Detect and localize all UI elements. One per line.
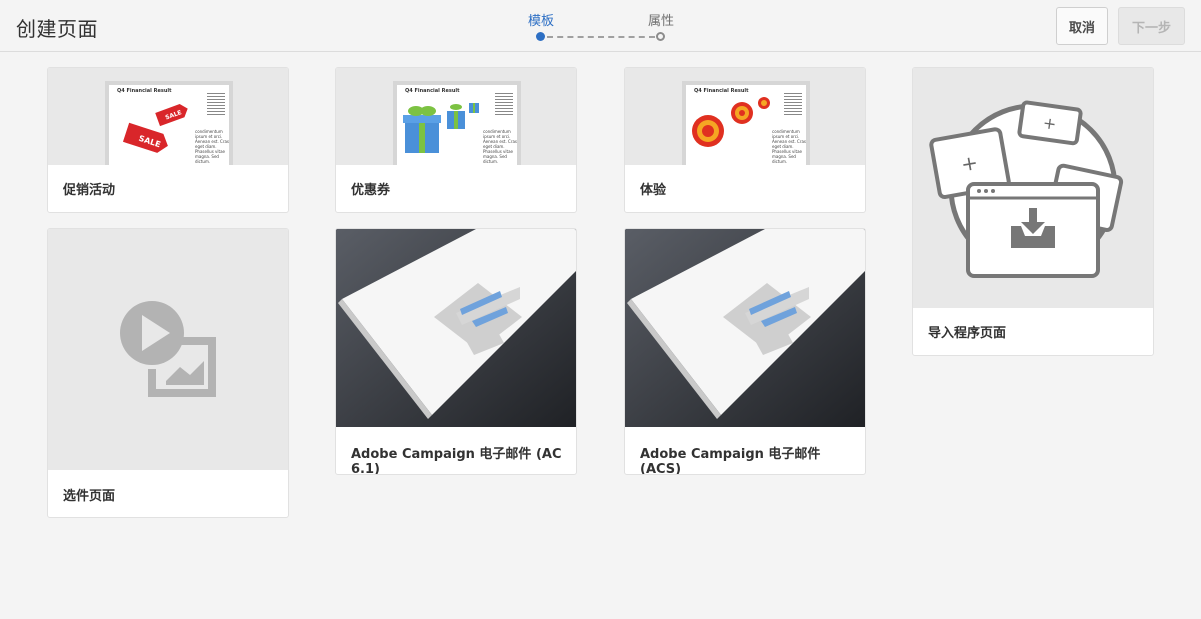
cancel-button[interactable]: 取消: [1056, 7, 1108, 45]
page-title: 创建页面: [16, 17, 98, 41]
step-template-dot[interactable]: [536, 32, 545, 41]
step-connector: [547, 36, 655, 38]
template-card-promotion[interactable]: Q4 Financial Result SALE SALE condimentu…: [47, 67, 289, 213]
video-image-icon: [120, 301, 216, 397]
template-label: 优惠券: [351, 183, 391, 198]
template-thumbnail: [48, 229, 288, 470]
doc-column-lines: [207, 93, 225, 117]
step-properties-label[interactable]: 属性: [648, 10, 674, 29]
template-card-campaign-acs[interactable]: Adobe Campaign 电子邮件 (ACS): [624, 228, 866, 475]
template-label: Adobe Campaign 电子邮件 (ACS): [640, 447, 821, 475]
template-card-campaign-ac61[interactable]: Adobe Campaign 电子邮件 (AC 6.1): [335, 228, 577, 475]
header: 创建页面 模板 属性 取消 下一步: [0, 0, 1201, 52]
import-page-icon: + +: [929, 100, 1124, 278]
doc-body-text: condimentum ipsum et orci. Aenean est. C…: [195, 129, 230, 164]
gift-box-icon: [403, 103, 479, 153]
wizard-steps: 模板 属性: [520, 10, 680, 46]
template-thumbnail: Q4 Financial Result SALE SALE condimentu…: [48, 68, 288, 165]
next-button[interactable]: 下一步: [1118, 7, 1185, 45]
doc-column-lines: [784, 93, 802, 117]
template-card-experience[interactable]: Q4 Financial Result condimentum ipsum et…: [624, 67, 866, 213]
template-thumbnail: [336, 229, 576, 427]
step-properties-dot[interactable]: [656, 32, 665, 41]
template-thumbnail: Q4 Financial Result condimentum ipsum et…: [625, 68, 865, 165]
template-label: 选件页面: [63, 489, 116, 504]
email-envelope-icon: [336, 229, 576, 427]
document-preview: Q4 Financial Result condimentum ipsum et…: [393, 81, 521, 165]
template-thumbnail: + +: [913, 68, 1153, 308]
doc-title: Q4 Financial Result: [694, 88, 749, 94]
doc-title: Q4 Financial Result: [117, 88, 172, 94]
sale-tags-icon: SALE SALE: [122, 104, 188, 153]
template-card-coupon[interactable]: Q4 Financial Result condimentum ipsum et…: [335, 67, 577, 213]
document-preview: Q4 Financial Result SALE SALE condimentu…: [105, 81, 233, 165]
svg-text:+: +: [1042, 113, 1058, 134]
template-label: Adobe Campaign 电子邮件 (AC 6.1): [351, 447, 562, 475]
template-thumbnail: Q4 Financial Result condimentum ipsum et…: [336, 68, 576, 165]
template-thumbnail: [625, 229, 865, 427]
template-card-offer[interactable]: 选件页面: [47, 228, 289, 518]
step-template-label[interactable]: 模板: [528, 10, 554, 29]
template-label: 体验: [640, 183, 667, 198]
template-label: 促销活动: [63, 183, 116, 198]
document-preview: Q4 Financial Result condimentum ipsum et…: [682, 81, 810, 165]
doc-column-lines: [495, 93, 513, 117]
email-envelope-icon: [625, 229, 865, 427]
doc-title: Q4 Financial Result: [405, 88, 460, 94]
doc-body-text: condimentum ipsum et orci. Aenean est. C…: [772, 129, 807, 164]
target-icon: [692, 97, 770, 147]
template-label: 导入程序页面: [928, 326, 1007, 341]
template-card-importer[interactable]: + + 导入程序页面: [912, 67, 1154, 356]
doc-body-text: condimentum ipsum et orci. Aenean est. C…: [483, 129, 518, 164]
